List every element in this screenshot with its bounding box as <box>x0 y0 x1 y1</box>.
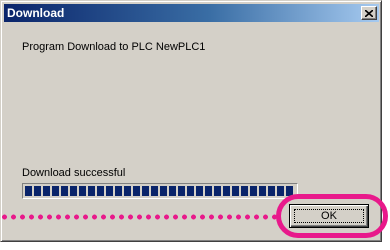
window-title: Download <box>7 6 65 20</box>
title-bar[interactable]: Download <box>4 4 379 22</box>
close-button[interactable] <box>361 6 377 20</box>
download-message: Program Download to PLC NewPLC1 <box>22 41 206 53</box>
status-text: Download successful <box>22 167 126 179</box>
stage: Download Program Download to PLC NewPLC1… <box>0 0 390 250</box>
focus-rectangle <box>294 209 364 223</box>
ok-button[interactable]: OK <box>289 204 369 228</box>
progress-fill <box>25 186 295 196</box>
download-progress-bar <box>22 183 298 199</box>
close-x-icon <box>365 9 373 17</box>
download-dialog: Download Program Download to PLC NewPLC1… <box>0 0 382 242</box>
